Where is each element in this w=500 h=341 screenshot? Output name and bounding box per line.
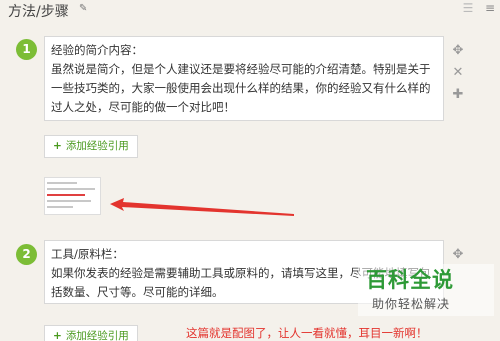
thumbnail-line xyxy=(47,206,73,208)
red-arrow xyxy=(110,198,294,216)
detail-view-icon[interactable]: ≡ xyxy=(482,1,498,15)
watermark-subtitle: 助你轻松解决 xyxy=(372,297,451,311)
add-reference-button[interactable]: + 添加经验引用 xyxy=(44,135,138,158)
watermark: 百科全说 助你轻松解决 xyxy=(358,264,494,316)
step-heading: 经验的简介内容： xyxy=(51,43,143,57)
step-number-badge: 2 xyxy=(16,244,37,265)
red-arrow-shape xyxy=(110,198,294,216)
add-reference-button[interactable]: + 添加经验引用 xyxy=(44,325,138,341)
plus-icon: + xyxy=(53,330,62,341)
step-tools: ✥ ✕ ✚ xyxy=(451,40,465,106)
pencil-icon[interactable]: ✎ xyxy=(79,3,87,14)
step-number-badge: 1 xyxy=(16,39,37,60)
watermark-title: 百科全说 xyxy=(366,268,454,292)
step-body: 虽然说是简介，但是个人建议还是要将经验尽可能的介绍清楚。特别是关于一些技巧类的，… xyxy=(51,62,431,114)
view-toggle: ☰ ≡ xyxy=(460,1,498,15)
move-icon[interactable]: ✥ xyxy=(451,40,465,62)
add-icon[interactable]: ✚ xyxy=(451,84,465,106)
thumbnail-line xyxy=(47,200,91,202)
thumbnail-line xyxy=(47,194,85,196)
step-heading: 工具/原料栏： xyxy=(51,247,124,261)
list-view-icon[interactable]: ☰ xyxy=(460,1,476,15)
plus-icon: + xyxy=(53,140,62,152)
annotation-caption: 这篇就是配图了，让人一看就懂，耳目一新啊！ xyxy=(186,326,428,340)
thumbnail-line xyxy=(47,188,95,190)
step-tools: ✥ xyxy=(451,244,465,266)
page-title: 方法/步骤 xyxy=(8,4,69,20)
add-reference-label: 添加经验引用 xyxy=(65,140,129,152)
header: 方法/步骤 ✎ ☰ ≡ xyxy=(0,0,500,22)
thumbnail-line xyxy=(47,182,77,184)
close-icon[interactable]: ✕ xyxy=(451,62,465,84)
add-reference-label: 添加经验引用 xyxy=(65,330,129,341)
step-text-editor[interactable]: 经验的简介内容： 虽然说是简介，但是个人建议还是要将经验尽可能的介绍清楚。特别是… xyxy=(44,36,444,121)
step-image-thumbnail[interactable] xyxy=(44,177,101,215)
move-icon[interactable]: ✥ xyxy=(451,244,465,266)
